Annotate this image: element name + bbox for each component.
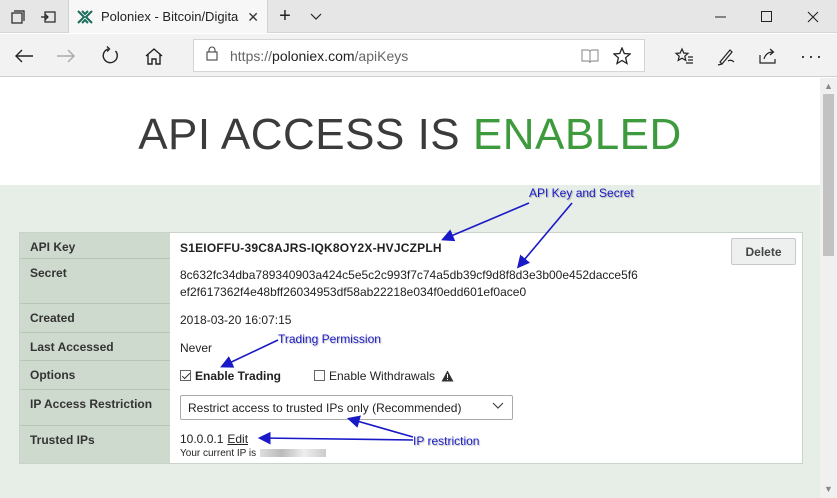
- ip-restriction-selected: Restrict access to trusted IPs only (Rec…: [188, 400, 462, 415]
- enable-trading-text: Enable Trading: [195, 369, 282, 383]
- current-ip-label: Your current IP is: [180, 448, 257, 459]
- browser-navbar: https://poloniex.com/apiKeys ···: [0, 34, 837, 77]
- minimize-icon[interactable]: [698, 0, 744, 33]
- title-enabled-text: ENABLED: [472, 110, 682, 159]
- home-icon[interactable]: [138, 40, 170, 72]
- current-ip-text: Your current IP is: [180, 448, 327, 459]
- redacted-ip: [260, 449, 327, 457]
- annotation-api-key-secret: API Key and Secret: [529, 186, 634, 200]
- more-menu-icon[interactable]: ···: [796, 40, 828, 72]
- enable-trading-checkbox[interactable]: [180, 370, 191, 381]
- url-host: poloniex.com: [272, 47, 355, 64]
- maximize-icon[interactable]: [744, 0, 790, 33]
- created-label: Created: [20, 304, 170, 333]
- lock-icon: [206, 46, 218, 66]
- last-accessed-label: Last Accessed: [20, 333, 170, 361]
- label-column: API Key Secret Created Last Accessed Opt…: [20, 233, 170, 463]
- reading-view-icon[interactable]: [574, 40, 606, 72]
- url-scheme: https://: [230, 47, 273, 64]
- api-key-panel: API Key Secret Created Last Accessed Opt…: [19, 232, 803, 464]
- trusted-ip-value: 10.0.0.1: [180, 432, 224, 446]
- delete-button[interactable]: Delete: [731, 238, 796, 265]
- scrollbar-thumb[interactable]: [823, 94, 834, 256]
- poloniex-logo-icon: [77, 9, 93, 25]
- ip-restriction-select[interactable]: Restrict access to trusted IPs only (Rec…: [180, 395, 513, 420]
- secret-line-2: ef2f617362f4e48bff26034953df58ab22218e03…: [180, 285, 527, 299]
- refresh-icon[interactable]: [94, 40, 126, 72]
- enable-withdrawals-text: Enable Withdrawals: [329, 369, 436, 383]
- share-icon[interactable]: [752, 40, 784, 72]
- api-key-value: S1EIOFFU-39C8AJRS-IQK8OY2X-HVJCZPLH: [180, 241, 442, 255]
- chevron-down-icon[interactable]: [298, 0, 334, 33]
- last-accessed-value: Never: [180, 341, 213, 355]
- warning-icon: [441, 370, 454, 385]
- browser-tab-poloniex[interactable]: Poloniex - Bitcoin/Digita ✕: [68, 0, 268, 33]
- favorite-star-icon[interactable]: [606, 40, 638, 72]
- edit-trusted-ips-link[interactable]: Edit: [227, 432, 248, 446]
- web-note-pen-icon[interactable]: [710, 40, 742, 72]
- browser-titlebar: Poloniex - Bitcoin/Digita ✕ +: [0, 0, 837, 33]
- enable-trading-option[interactable]: Enable Trading: [180, 369, 281, 383]
- created-value: 2018-03-20 16:07:15: [180, 313, 292, 327]
- url-text: https://poloniex.com/apiKeys: [230, 48, 408, 64]
- enable-withdrawals-checkbox[interactable]: [314, 370, 325, 381]
- close-tab-icon[interactable]: ✕: [247, 9, 259, 26]
- enable-withdrawals-option[interactable]: Enable Withdrawals: [314, 369, 454, 385]
- page-title: API ACCESS IS ENABLED: [0, 110, 820, 160]
- secret-line-1: 8c632fc34dba789340903a424c5e5c2c993f7c74…: [180, 268, 638, 282]
- scroll-down-icon[interactable]: ▼: [824, 485, 833, 494]
- favorites-hub-icon[interactable]: [668, 40, 700, 72]
- trusted-ip-entry: 10.0.0.1 Edit: [180, 432, 248, 446]
- annotation-trading-permission: Trading Permission: [278, 332, 381, 346]
- vertical-scrollbar[interactable]: ▲ ▼: [820, 78, 837, 498]
- hero-section: API ACCESS IS ENABLED: [0, 78, 820, 185]
- scroll-up-icon[interactable]: ▲: [824, 82, 833, 91]
- tab-title: Poloniex - Bitcoin/Digita: [101, 9, 239, 24]
- trusted-ips-label: Trusted IPs: [30, 433, 95, 447]
- close-window-icon[interactable]: [790, 0, 836, 33]
- secret-label: Secret: [20, 259, 170, 304]
- annotation-ip-restriction: IP restriction: [413, 434, 480, 448]
- api-key-label: API Key: [20, 233, 170, 259]
- url-path: /apiKeys: [354, 47, 409, 64]
- forward-arrow-icon[interactable]: [50, 40, 82, 72]
- chevron-down-icon: [492, 401, 504, 413]
- ip-access-restriction-label: IP Access Restriction: [20, 390, 170, 426]
- set-tabs-aside-icon[interactable]: [30, 0, 66, 33]
- back-arrow-icon[interactable]: [8, 40, 40, 72]
- title-text: API ACCESS IS: [138, 110, 473, 159]
- options-label: Options: [20, 361, 170, 390]
